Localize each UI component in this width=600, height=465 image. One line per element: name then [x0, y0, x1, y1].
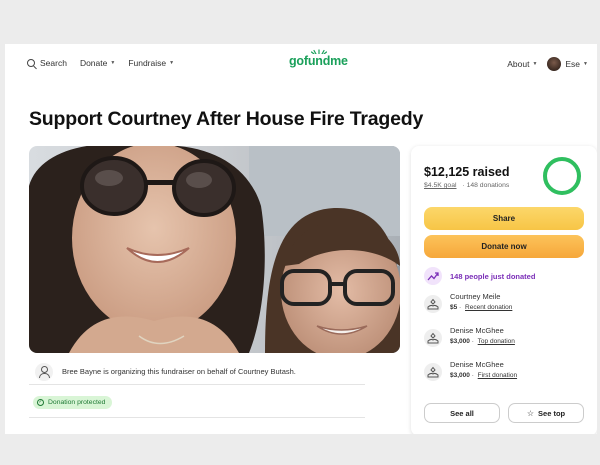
donor-item: Denise McGhee $3,000 · Top donation — [424, 325, 515, 347]
page-frame: Search Donate ▼ Fundraise ▼ gofundme Abo… — [5, 44, 597, 434]
logo-text: gofundme — [289, 54, 348, 68]
amount-raised: $12,125 raised — [424, 165, 510, 179]
donor-tag[interactable]: Top donation — [478, 338, 515, 345]
donor-name: Courtney Meile — [450, 292, 501, 301]
donor-meta: $5 · Recent donation — [450, 304, 513, 311]
protected-label: Donation protected — [48, 399, 106, 406]
donate-menu-label: Donate — [79, 58, 108, 68]
progress-ring — [543, 157, 581, 195]
donation-hands-icon — [424, 329, 442, 347]
donor-amount: $3,000 — [450, 372, 470, 379]
donor-tag[interactable]: First donation — [478, 372, 517, 379]
check-shield-icon: ✓ — [37, 399, 44, 406]
organizer-text: Bree Bayne is organizing this fundraiser… — [62, 367, 296, 376]
share-button[interactable]: Share — [424, 207, 584, 230]
avatar[interactable] — [547, 57, 562, 71]
donation-hands-icon — [424, 295, 442, 313]
see-all-button[interactable]: See all — [424, 403, 500, 423]
photo-illustration — [29, 146, 400, 353]
donor-amount: $3,000 — [450, 338, 470, 345]
trend-text: 148 people just donated — [450, 271, 536, 281]
organizer-row: Bree Bayne is organizing this fundraiser… — [29, 359, 365, 385]
donate-menu[interactable]: Donate ▼ — [80, 58, 115, 68]
donor-name: Denise McGhee — [450, 360, 504, 369]
donation-hands-icon — [424, 363, 442, 381]
trending-up-icon — [424, 267, 442, 285]
donor-info: Courtney Meile $5 · Recent donation — [450, 291, 512, 313]
donor-info: Denise McGhee $3,000 · First donation — [450, 359, 517, 381]
nav-left: Search Donate ▼ Fundraise ▼ — [27, 58, 187, 68]
donation-card: $12,125 raised $4.5K goal · 148 donation… — [411, 146, 597, 434]
divider — [29, 417, 365, 418]
nav-right: About ▼ Ese ▼ — [507, 57, 588, 71]
chevron-down-icon: ▼ — [532, 61, 538, 67]
see-top-button[interactable]: ☆ See top — [508, 403, 584, 423]
donor-item: Denise McGhee $3,000 · First donation — [424, 359, 517, 381]
donor-amount: $5 — [450, 304, 458, 311]
donor-name: Denise McGhee — [450, 326, 504, 335]
chevron-down-icon: ▼ — [169, 60, 175, 66]
about-menu[interactable]: About ▼ — [507, 59, 537, 69]
fundraise-menu-label: Fundraise — [128, 58, 167, 68]
donor-meta: $3,000 · First donation — [450, 372, 518, 379]
goal-amount[interactable]: $4.5K goal — [424, 182, 457, 189]
star-icon: ☆ — [526, 408, 535, 418]
donor-meta: $3,000 · Top donation — [450, 338, 515, 345]
goal-line: $4.5K goal · 148 donations — [424, 182, 509, 189]
donor-info: Denise McGhee $3,000 · Top donation — [450, 325, 515, 347]
chevron-down-icon: ▼ — [110, 60, 116, 66]
top-nav: Search Donate ▼ Fundraise ▼ gofundme Abo… — [5, 44, 597, 88]
fundraise-menu[interactable]: Fundraise ▼ — [128, 58, 174, 68]
user-name: Ese — [565, 59, 581, 69]
user-icon — [35, 362, 53, 381]
sep-dot: · — [462, 182, 465, 189]
search-label: Search — [40, 58, 67, 68]
donation-protected-badge[interactable]: ✓ Donation protected — [33, 396, 113, 409]
donor-item: Courtney Meile $5 · Recent donation — [424, 291, 512, 313]
donor-tag[interactable]: Recent donation — [465, 304, 512, 311]
recent-donors-trend: 148 people just donated — [424, 267, 535, 285]
campaign-photo — [29, 146, 400, 353]
sprout-icon — [311, 49, 327, 54]
donate-now-button[interactable]: Donate now — [424, 235, 584, 258]
chevron-down-icon: ▼ — [583, 61, 588, 67]
search-link[interactable]: Search — [27, 58, 67, 68]
gofundme-logo[interactable]: gofundme — [289, 49, 348, 68]
page-title: Support Courtney After House Fire Traged… — [29, 108, 424, 130]
donations-count: 148 donations — [466, 182, 510, 189]
user-menu[interactable]: Ese ▼ — [565, 59, 588, 69]
about-menu-label: About — [507, 59, 530, 69]
search-icon — [27, 59, 35, 67]
see-top-label: See top — [538, 408, 566, 418]
